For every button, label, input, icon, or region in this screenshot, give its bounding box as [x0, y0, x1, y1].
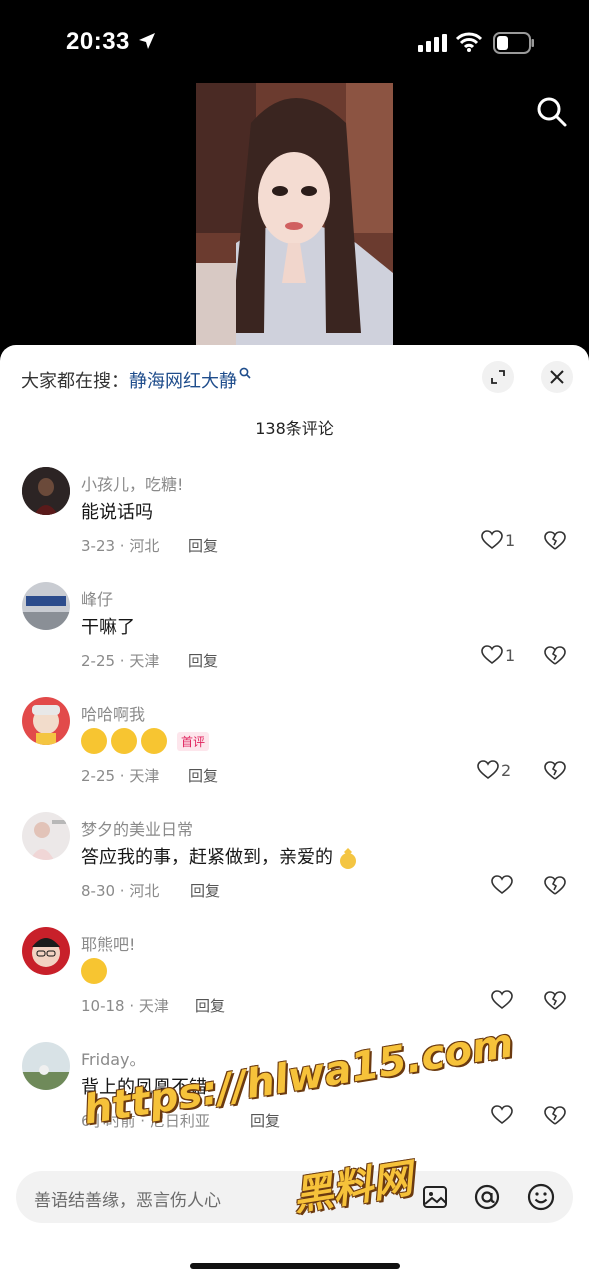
hot-search-prefix: 大家都在搜： — [21, 371, 129, 392]
comment-item: 峰仔 干嘛了 2-25 · 天津 回复 1 — [0, 582, 589, 694]
avatar[interactable] — [22, 697, 70, 745]
comment-text: 干嘛了 — [81, 617, 135, 638]
video-frame-image — [196, 83, 393, 345]
like-button[interactable] — [491, 990, 513, 1010]
comment-text — [81, 958, 111, 984]
at-icon[interactable] — [473, 1183, 501, 1211]
comment-meta: 2-25 · 天津 — [81, 767, 160, 785]
comment-username[interactable]: 梦夕的美业日常 — [81, 816, 193, 840]
comment-username[interactable]: 峰仔 — [81, 586, 113, 610]
reply-button[interactable]: 回复 — [188, 765, 218, 786]
status-bar: 20:33 — [0, 0, 589, 88]
avatar[interactable] — [22, 582, 70, 630]
comment-count: 138条评论 — [255, 419, 334, 438]
comment-meta: 6小时前 · 尼日利亚 — [81, 1112, 210, 1130]
like-button[interactable]: 2 — [477, 760, 511, 780]
grinning-emoji — [81, 958, 107, 984]
comment-item: 小孩儿，吃糖! 能说话吗 3-23 · 河北 回复 1 — [0, 467, 589, 579]
heart-icon — [481, 530, 503, 550]
broken-heart-icon[interactable] — [544, 531, 566, 551]
battery-icon — [493, 32, 534, 54]
reply-button[interactable]: 回复 — [195, 995, 225, 1016]
reply-button[interactable]: 回复 — [188, 535, 218, 556]
like-button[interactable] — [491, 875, 513, 895]
comment-text: 首评 — [81, 728, 210, 754]
comment-username[interactable]: 哈哈啊我 — [81, 701, 145, 725]
comment-username[interactable]: Friday。 — [81, 1046, 146, 1070]
heart-icon — [491, 875, 513, 895]
hot-search-keyword[interactable]: 静海网红大静 — [129, 371, 237, 392]
comment-meta: 10-18 · 天津 — [81, 997, 169, 1015]
location-arrow-icon — [139, 33, 155, 49]
comment-item: 耶熊吧! 10-18 · 天津 回复 — [0, 927, 589, 1039]
avatar[interactable] — [22, 1042, 70, 1090]
hot-search-bar[interactable]: 大家都在搜：静海网红大静 — [21, 367, 251, 393]
emoji-icon[interactable] — [527, 1183, 555, 1211]
like-count: 1 — [505, 530, 516, 550]
wifi-icon — [456, 32, 482, 52]
comment-text: 背上的凤凰不错 — [81, 1077, 207, 1098]
comment-text-body: 答应我的事，赶紧做到，亲爱的 — [81, 847, 333, 868]
comment-text: 答应我的事，赶紧做到，亲爱的 — [81, 843, 359, 870]
broken-heart-icon[interactable] — [544, 991, 566, 1011]
heart-icon — [477, 760, 499, 780]
comment-username[interactable]: 小孩儿，吃糖! — [81, 471, 183, 495]
search-icon[interactable] — [536, 96, 568, 128]
heart-icon — [491, 990, 513, 1010]
comment-text: 能说话吗 — [81, 502, 153, 523]
comment-item: 梦夕的美业日常 答应我的事，赶紧做到，亲爱的 8-30 · 河北 回复 — [0, 812, 589, 924]
comment-input-placeholder[interactable]: 善语结善缘，恶言伤人心 — [34, 1186, 221, 1211]
close-icon — [550, 370, 564, 384]
crying-laughing-emoji — [141, 728, 167, 754]
home-indicator[interactable] — [190, 1263, 400, 1269]
comment-item: Friday。 背上的凤凰不错 6小时前 · 尼日利亚 回复 — [0, 1042, 589, 1154]
expand-icon — [491, 370, 505, 384]
first-comment-badge: 首评 — [177, 731, 210, 751]
signal-icon — [418, 34, 447, 52]
reply-button[interactable]: 回复 — [190, 880, 220, 901]
comment-meta: 2-25 · 天津 — [81, 652, 160, 670]
avatar[interactable] — [22, 467, 70, 515]
like-count: 2 — [501, 760, 512, 780]
hand-heart-emoji — [340, 848, 356, 869]
crying-laughing-emoji — [81, 728, 107, 754]
broken-heart-icon[interactable] — [544, 1106, 566, 1126]
broken-heart-icon[interactable] — [544, 761, 566, 781]
crying-laughing-emoji — [111, 728, 137, 754]
comment-item: 哈哈啊我 首评 2-25 · 天津 回复 2 — [0, 697, 589, 809]
heart-icon — [491, 1105, 513, 1125]
avatar[interactable] — [22, 927, 70, 975]
heart-icon — [481, 645, 503, 665]
comment-meta: 3-23 · 河北 — [81, 537, 160, 555]
avatar[interactable] — [22, 812, 70, 860]
comment-meta: 8-30 · 河北 — [81, 882, 160, 900]
like-button[interactable] — [491, 1105, 513, 1125]
expand-button[interactable] — [482, 361, 514, 393]
comment-username[interactable]: 耶熊吧! — [81, 931, 135, 955]
broken-heart-icon[interactable] — [544, 876, 566, 896]
status-time: 20:33 — [66, 28, 130, 55]
close-button[interactable] — [541, 361, 573, 393]
search-small-icon — [239, 367, 251, 379]
image-icon[interactable] — [421, 1183, 449, 1211]
comment-input-bar[interactable]: 善语结善缘，恶言伤人心 — [16, 1171, 573, 1223]
comment-sheet: 大家都在搜：静海网红大静 138条评论 小孩儿，吃糖! 能说话吗 3-23 · … — [0, 345, 589, 1280]
reply-button[interactable]: 回复 — [250, 1110, 280, 1131]
video-preview[interactable] — [196, 83, 393, 345]
like-button[interactable]: 1 — [481, 530, 515, 550]
like-count: 1 — [505, 645, 516, 665]
like-button[interactable]: 1 — [481, 645, 515, 665]
broken-heart-icon[interactable] — [544, 646, 566, 666]
reply-button[interactable]: 回复 — [188, 650, 218, 671]
